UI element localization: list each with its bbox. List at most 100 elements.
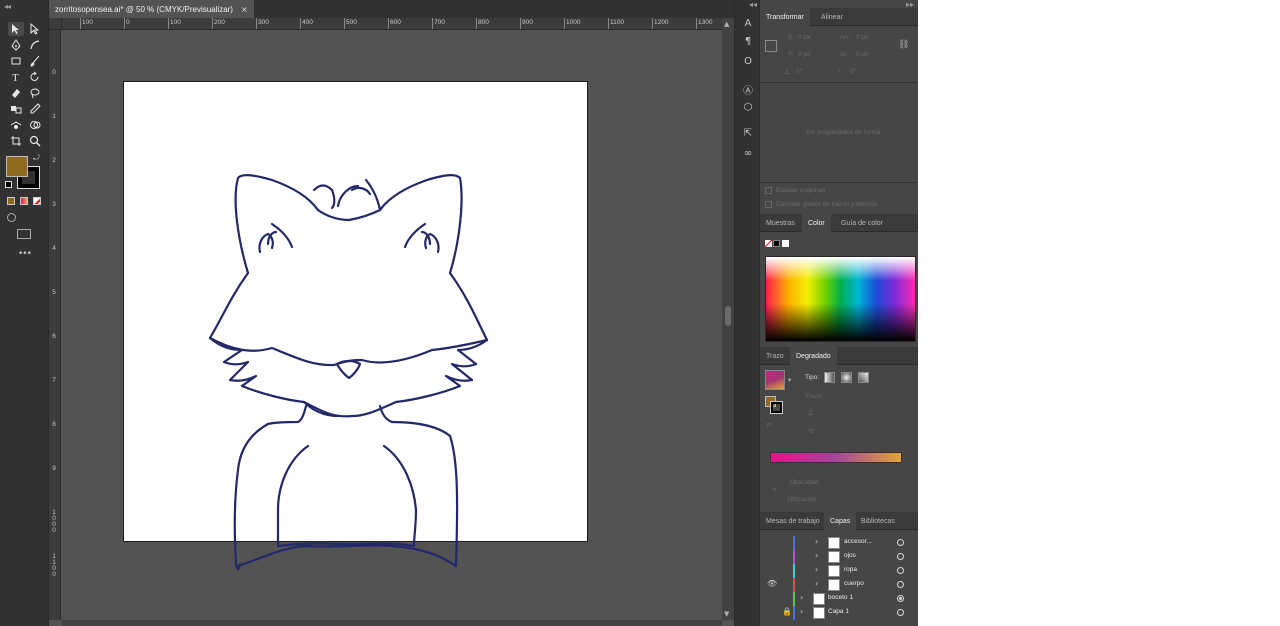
tab-guia-de-color[interactable]: Guía de color (835, 214, 889, 232)
scroll-down-icon[interactable]: ▼ (724, 610, 729, 618)
gradient-mode-icon[interactable] (20, 197, 28, 205)
layer-row[interactable]: 👁 › cuerpo (760, 578, 918, 592)
document-tab[interactable]: zorritosopensea.ai* @ 50 % (CMYK/Previsu… (49, 0, 254, 18)
more-tools-icon[interactable]: ••• (18, 249, 32, 259)
glyphs-icon[interactable]: Ⓐ (740, 82, 756, 97)
fox-outline[interactable] (208, 174, 489, 571)
artboard-tool-icon[interactable] (8, 134, 24, 148)
gradient-menu-icon[interactable]: ▾ (788, 376, 791, 384)
type-tool-icon[interactable]: T (8, 70, 24, 84)
eyedropper-tool-icon[interactable] (27, 102, 43, 116)
layer-name[interactable]: accesor... (844, 538, 872, 545)
layer-target-icon[interactable] (897, 595, 904, 602)
selection-tool-icon[interactable] (8, 22, 24, 36)
layer-target-icon[interactable] (897, 553, 904, 560)
close-tab-icon[interactable]: × (241, 5, 248, 14)
layer-name[interactable]: ojos (844, 552, 856, 559)
layer-row[interactable]: › accesor... (760, 536, 918, 550)
rotate-tool-icon[interactable] (27, 70, 43, 84)
color-spectrum[interactable] (765, 256, 916, 342)
collapse-icons-icon[interactable]: ◂◂ (749, 0, 757, 9)
blend-tool-icon[interactable] (8, 102, 24, 116)
export-icon[interactable]: ⇱ (740, 126, 756, 140)
ruler-corner[interactable] (49, 18, 62, 30)
scale-corners-checkbox[interactable] (765, 187, 772, 194)
zoom-tool-icon[interactable] (27, 134, 43, 148)
collapse-grip[interactable]: ◂◂ (4, 2, 11, 11)
symbols-icon[interactable]: ⬡ (740, 100, 756, 114)
chevron-right-icon[interactable]: › (815, 551, 818, 560)
chevron-right-icon[interactable]: › (815, 537, 818, 546)
tab-color[interactable]: Color (802, 214, 831, 232)
tab-trazo[interactable]: Trazo (760, 347, 790, 365)
visibility-eye-icon[interactable]: 👁 (767, 579, 777, 588)
reverse-gradient-icon[interactable]: ⇄ (766, 421, 771, 429)
vertical-ruler[interactable]: 0 1 2 3 4 5 6 7 8 9 1000 1100 (49, 30, 61, 620)
chevron-right-icon[interactable]: › (815, 565, 818, 574)
tab-muestras[interactable]: Muestras (760, 214, 801, 232)
layer-name[interactable]: cuerpo (844, 580, 864, 587)
pen-tool-icon[interactable] (8, 38, 24, 52)
swap-colors-icon[interactable]: ⤾ (33, 153, 40, 163)
tab-mesas-de-trabajo[interactable]: Mesas de trabajo (760, 512, 826, 530)
links-icon[interactable]: ∞ (740, 146, 756, 160)
eraser-tool-icon[interactable] (8, 86, 24, 100)
shear-field[interactable]: 0° (850, 68, 856, 75)
radial-gradient-button[interactable] (841, 372, 852, 383)
layer-row[interactable]: 🔒 › Capa 1 (760, 606, 918, 620)
layer-name[interactable]: ropa (844, 566, 857, 573)
tab-transformar[interactable]: Transformar (760, 8, 810, 26)
default-colors-icon[interactable] (5, 181, 12, 188)
layer-name[interactable]: boceto 1 (828, 594, 853, 601)
layer-row[interactable]: › ropa (760, 564, 918, 578)
screen-mode-icon[interactable] (17, 229, 31, 239)
layer-target-icon[interactable] (897, 539, 904, 546)
horizontal-ruler[interactable]: 100 0 100 200 300 400 500 600 700 800 900 1000 1100 1… (62, 18, 722, 30)
vertical-scroll-thumb[interactable] (725, 306, 731, 326)
color-mode-icon[interactable] (7, 197, 15, 205)
drawing-mode-icon[interactable] (7, 213, 16, 222)
constrain-proportions-icon[interactable]: ⛓ (898, 40, 909, 50)
fox-drawing[interactable] (62, 30, 722, 620)
scroll-up-icon[interactable]: ▲ (724, 20, 729, 28)
gradient-stroke-swatch[interactable] (770, 401, 783, 414)
white-swatch[interactable] (782, 240, 789, 247)
reference-point-icon[interactable] (765, 40, 777, 52)
vertical-scrollbar[interactable]: ▲ ▼ (722, 18, 734, 620)
layer-name[interactable]: Capa 1 (828, 608, 849, 615)
opentype-icon[interactable]: O (740, 54, 756, 68)
tab-capas[interactable]: Capas (824, 512, 857, 530)
layer-row[interactable]: › boceto 1 (760, 592, 918, 606)
chevron-right-icon[interactable]: › (800, 607, 803, 616)
layer-target-icon[interactable] (897, 581, 904, 588)
w-field[interactable]: 0 px (856, 34, 868, 41)
none-swatch[interactable] (765, 240, 772, 247)
rotate-field[interactable]: 0° (796, 68, 802, 75)
h-field[interactable]: 0 px (856, 51, 868, 58)
paragraph-icon[interactable]: ¶ (740, 34, 756, 48)
linear-gradient-button[interactable] (824, 372, 835, 383)
chevron-right-icon[interactable]: › (800, 593, 803, 602)
rectangle-tool-icon[interactable] (8, 54, 24, 68)
puppet-warp-tool-icon[interactable] (8, 118, 24, 132)
fill-swatch[interactable] (6, 156, 28, 177)
layer-target-icon[interactable] (897, 609, 904, 616)
y-field[interactable]: 0 px (798, 51, 810, 58)
direct-selection-tool-icon[interactable] (27, 22, 43, 36)
lasso-tool-icon[interactable] (27, 86, 43, 100)
gradient-preview-swatch[interactable] (765, 370, 785, 390)
tab-bibliotecas[interactable]: Bibliotecas (855, 512, 901, 530)
chevron-right-icon[interactable]: › (815, 579, 818, 588)
paintbrush-tool-icon[interactable] (27, 54, 43, 68)
layer-row[interactable]: › ojos (760, 550, 918, 564)
canvas-area[interactable] (62, 30, 722, 620)
lock-icon[interactable]: 🔒 (782, 607, 792, 616)
eyedropper-icon[interactable]: ✎ (772, 486, 777, 494)
curvature-tool-icon[interactable] (27, 38, 43, 52)
tab-alinear[interactable]: Alinear (815, 8, 849, 26)
layer-target-icon[interactable] (897, 567, 904, 574)
gradient-slider[interactable] (770, 452, 902, 463)
x-field[interactable]: 0 px (798, 34, 810, 41)
shape-builder-tool-icon[interactable] (27, 118, 43, 132)
scale-strokes-checkbox[interactable] (765, 201, 772, 208)
